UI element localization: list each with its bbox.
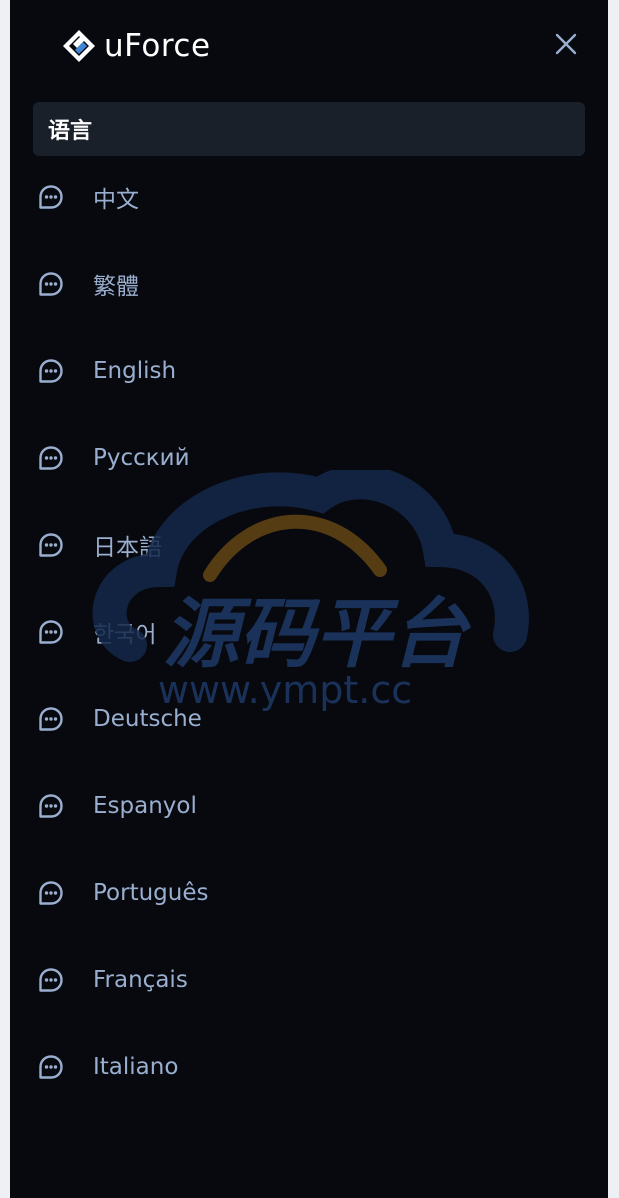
language-label: 繁體	[93, 273, 139, 300]
language-item[interactable]: 日本語	[10, 501, 608, 588]
language-item[interactable]: 한국어	[10, 588, 608, 675]
language-item[interactable]: English	[10, 327, 608, 414]
diamond-logo-icon	[63, 30, 95, 62]
close-icon[interactable]	[553, 31, 579, 57]
language-menu-panel: uForce 语言 中文繁體 English Pусский 日本語 한국어 Deutsc…	[10, 0, 608, 1198]
language-item[interactable]: Français	[10, 936, 608, 1023]
language-label: English	[93, 357, 177, 384]
language-item[interactable]: Italiano	[10, 1023, 608, 1110]
chat-bubble-icon	[39, 793, 63, 818]
language-label: 한국어	[93, 621, 157, 648]
chat-bubble-icon	[39, 706, 63, 731]
language-label: 中文	[93, 186, 139, 213]
language-item[interactable]: Pусский	[10, 414, 608, 501]
language-label: Deutsche	[93, 705, 202, 732]
chat-bubble-icon	[39, 967, 63, 992]
language-item[interactable]: 中文	[10, 153, 608, 240]
chat-bubble-icon	[39, 271, 63, 296]
chat-bubble-icon	[39, 184, 63, 209]
chat-bubble-icon	[39, 619, 63, 644]
chat-bubble-icon	[39, 445, 63, 470]
language-item[interactable]: Deutsche	[10, 675, 608, 762]
chat-bubble-icon	[39, 358, 63, 383]
language-label: Espanyol	[93, 792, 197, 819]
chat-bubble-icon	[39, 1054, 63, 1079]
language-list: 中文繁體 English Pусский 日本語 한국어 Deutsche Espanyol…	[10, 153, 608, 1110]
language-item[interactable]: Espanyol	[10, 762, 608, 849]
brand-logo[interactable]: uForce	[62, 24, 211, 68]
language-section-title: 语言	[33, 102, 585, 156]
language-label: Français	[93, 966, 188, 993]
language-item[interactable]: Português	[10, 849, 608, 936]
chat-bubble-icon	[39, 532, 63, 557]
language-label: Português	[93, 879, 209, 906]
menu-header: uForce	[10, 0, 608, 92]
language-item[interactable]: 繁體	[10, 240, 608, 327]
language-label: 日本語	[93, 534, 162, 561]
language-label: Pусский	[93, 444, 190, 471]
brand-name: uForce	[104, 28, 211, 64]
language-label: Italiano	[93, 1053, 179, 1080]
chat-bubble-icon	[39, 880, 63, 905]
